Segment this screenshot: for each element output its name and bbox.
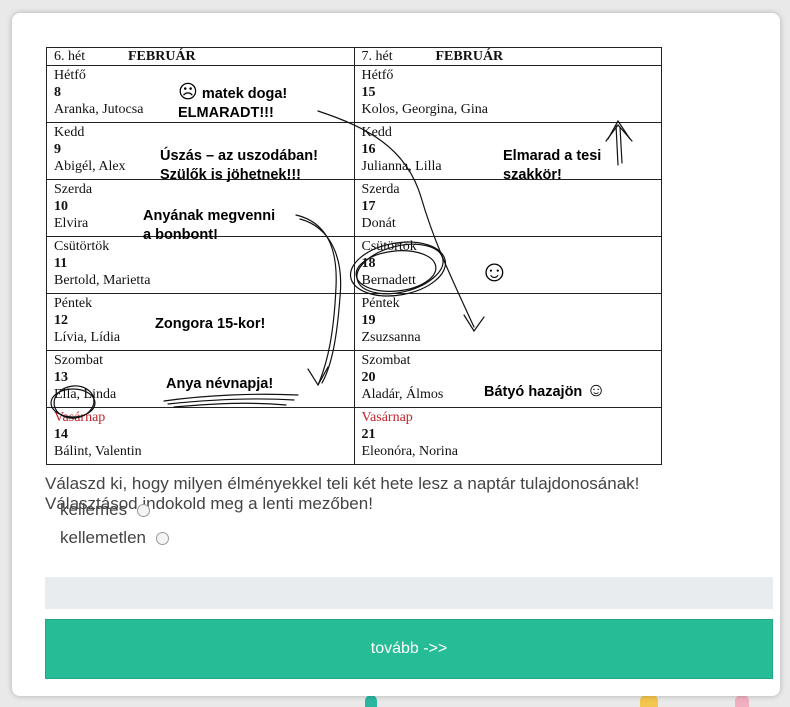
calendar-image: 6. hét FEBRUÁR 7. hét FEBRUÁR Hétfő 8 Aranka… xyxy=(46,47,662,465)
note-text: Elmarad a tesi xyxy=(503,148,602,164)
month-label: FEBRUÁR xyxy=(128,49,196,64)
day-name: Vasárnap xyxy=(54,410,106,425)
answer-field[interactable] xyxy=(45,577,773,609)
day-name: Hétfő xyxy=(361,68,394,83)
week-label: 6. hét xyxy=(54,49,86,64)
day-name: Szombat xyxy=(361,353,411,368)
week-header-6: 6. hét FEBRUÁR xyxy=(46,47,355,66)
option-label: kellemes xyxy=(60,500,128,519)
note-text: a bonbont! xyxy=(143,227,218,243)
day-date: 17 xyxy=(361,199,376,214)
day-name: Hétfő xyxy=(54,68,86,83)
note-text: Anyának megvenni xyxy=(143,208,276,224)
option-kellemetlen[interactable]: kellemetlen xyxy=(60,527,169,549)
day-cell: Hétfő 15 Kolos, Georgina, Gina xyxy=(353,65,662,123)
name-days: Kolos, Georgina, Gina xyxy=(361,102,489,117)
note-text: Anya névnapja! xyxy=(166,376,274,392)
task-card: 6. hét FEBRUÁR 7. hét FEBRUÁR Hétfő 8 Aranka… xyxy=(12,13,780,696)
day-date: 11 xyxy=(54,256,68,271)
note-tesi: Elmarad a tesi szakkör! xyxy=(503,147,601,185)
smiley-icon: ☺ xyxy=(586,380,606,401)
note-uszas: Úszás – az uszodában! Szülők is jöhetnek… xyxy=(160,147,318,185)
day-cell: Péntek 19 Zsuzsanna xyxy=(353,293,662,351)
background-decoration xyxy=(735,695,749,707)
note-text: Szülők is jöhetnek!!! xyxy=(160,167,301,183)
day-name: Péntek xyxy=(361,296,400,311)
task-question: Válaszd ki, hogy milyen élményekkel teli… xyxy=(45,474,765,514)
note-zongora: Zongora 15-kor! xyxy=(155,315,265,334)
day-name: Szombat xyxy=(54,353,103,368)
note-text: szakkör! xyxy=(503,167,562,183)
next-button[interactable]: tovább ->> xyxy=(45,619,773,679)
day-date: 14 xyxy=(54,427,68,442)
calendar-table: 6. hét FEBRUÁR 7. hét FEBRUÁR Hétfő 8 Aranka… xyxy=(46,47,662,465)
day-cell: Csütörtök 11 Bertold, Marietta xyxy=(46,236,355,294)
note-text: Bátyó hazajön xyxy=(484,384,583,400)
background-decoration xyxy=(365,695,377,707)
option-kellemes[interactable]: kellemes xyxy=(60,499,151,521)
day-date: 19 xyxy=(361,313,376,328)
note-text: matek doga! xyxy=(201,86,288,102)
question-line: Válaszd ki, hogy milyen élményekkel teli… xyxy=(45,474,640,493)
note-text: ELMARADT!!! xyxy=(178,105,274,121)
day-name: Csütörtök xyxy=(361,239,417,254)
sad-face-icon: ☹ xyxy=(178,82,198,103)
day-cell: Vasárnap 14 Bálint, Valentin xyxy=(46,407,355,465)
background-decoration xyxy=(640,695,658,707)
option-label: kellemetlen xyxy=(60,528,146,547)
week-label: 7. hét xyxy=(361,49,393,64)
note-nevnap: Anya névnapja! xyxy=(166,375,273,394)
day-date: 21 xyxy=(361,427,376,442)
name-days: Zsuzsanna xyxy=(361,330,421,345)
day-name: Kedd xyxy=(54,125,85,140)
day-cell: Szerda 17 Donát xyxy=(353,179,662,237)
note-matek: ☹ matek doga! ELMARADT!!! xyxy=(178,83,287,123)
day-name: Kedd xyxy=(361,125,392,140)
note-text: Úszás – az uszodában! xyxy=(160,148,318,164)
smiley-icon: ☺ xyxy=(479,255,510,288)
name-days: Bertold, Marietta xyxy=(54,273,151,288)
question-line: Választásod indokold meg a lenti mezőben… xyxy=(45,494,373,513)
radio-kellemetlen[interactable] xyxy=(156,531,169,545)
day-name: Vasárnap xyxy=(361,410,413,425)
month-label: FEBRUÁR xyxy=(435,49,504,64)
name-days: Donát xyxy=(361,216,396,231)
day-name: Péntek xyxy=(54,296,93,311)
day-cell: Vasárnap 21 Eleonóra, Norina xyxy=(353,407,662,465)
note-batyo: Bátyó hazajön ☺ xyxy=(484,381,606,402)
name-days: Bálint, Valentin xyxy=(54,444,142,459)
name-days: Eleonóra, Norina xyxy=(361,444,458,459)
week-header-7: 7. hét FEBRUÁR xyxy=(353,47,662,66)
day-date: 15 xyxy=(361,85,376,100)
note-bonbon: Anyának megvenni a bonbont! xyxy=(143,207,275,245)
note-text: Zongora 15-kor! xyxy=(155,316,266,332)
radio-kellemes[interactable] xyxy=(137,503,151,517)
